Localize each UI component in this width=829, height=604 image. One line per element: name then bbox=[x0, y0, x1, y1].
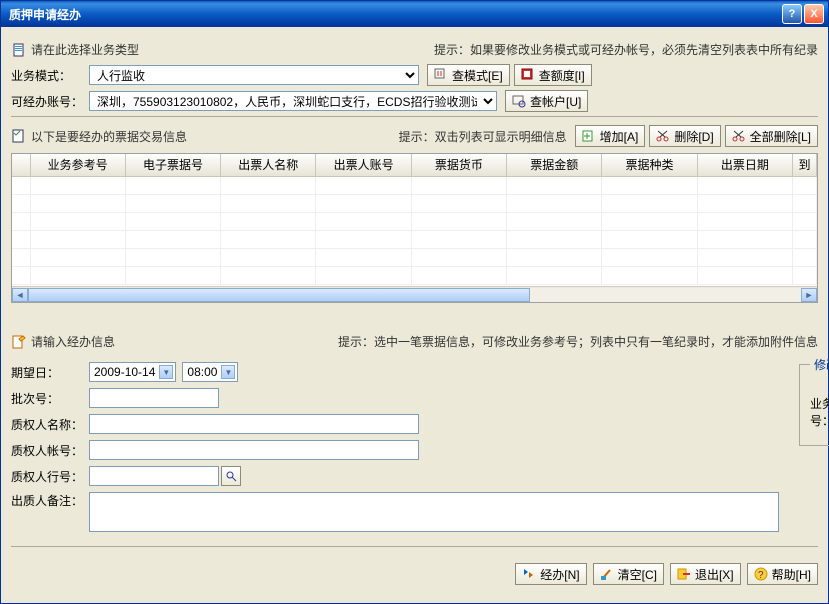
table-row[interactable] bbox=[12, 194, 817, 212]
pledgee-bank-label: 质权人行号： bbox=[11, 468, 89, 485]
section2-label: 以下是要经办的票据交易信息 bbox=[31, 128, 187, 145]
help-title-button[interactable]: ? bbox=[782, 4, 802, 24]
scissors-all-icon bbox=[732, 129, 746, 143]
modify-ref-fieldset: 修改业务参考号 业务参考号： 修改[M] bbox=[799, 356, 829, 446]
table-row[interactable] bbox=[12, 176, 817, 194]
edit-icon bbox=[11, 334, 27, 350]
scroll-left-button[interactable]: ◄ bbox=[12, 288, 28, 302]
account-select[interactable]: 深圳，755903123010802，人民币，深圳蛇口支行，ECDS招行验收测试… bbox=[89, 91, 497, 111]
scroll-track[interactable] bbox=[28, 288, 801, 302]
bottom-toolbar: 经办[N] 清空[C] 退出[X] ? 帮助[H] bbox=[11, 555, 818, 585]
window: 质押申请经办 ? X 请在此选择业务类型 提示：如果要修改业务模式或可经办帐号，… bbox=[0, 0, 829, 604]
table-header-row: 业务参考号 电子票据号 出票人名称 出票人账号 票据货币 票据金额 票据种类 出… bbox=[12, 154, 817, 176]
section2-toolbar: 增加[A] 删除[D] 全部删除[L] bbox=[575, 125, 818, 147]
ref-label: 业务参考号： bbox=[810, 395, 829, 429]
check-quota-button[interactable]: 查额度[I] bbox=[514, 64, 592, 86]
pledgee-account-label: 质权人帐号： bbox=[11, 442, 89, 459]
table-row[interactable] bbox=[12, 230, 817, 248]
clear-button[interactable]: 清空[C] bbox=[593, 563, 664, 585]
col-ref[interactable]: 业务参考号 bbox=[30, 154, 125, 176]
process-button[interactable]: 经办[N] bbox=[515, 563, 586, 585]
svg-text:?: ? bbox=[758, 570, 764, 581]
titlebar-buttons: ? X bbox=[782, 4, 824, 24]
doc-icon bbox=[11, 42, 27, 58]
delete-button[interactable]: 删除[D] bbox=[649, 125, 720, 147]
window-title: 质押申请经办 bbox=[9, 6, 782, 23]
magnifier-icon bbox=[225, 470, 237, 482]
help-button[interactable]: ? 帮助[H] bbox=[747, 563, 818, 585]
col-amount[interactable]: 票据金额 bbox=[507, 154, 602, 176]
section3-label: 请输入经办信息 bbox=[31, 333, 115, 350]
broom-icon bbox=[600, 567, 614, 581]
batch-input[interactable] bbox=[89, 388, 219, 408]
table-row[interactable] bbox=[12, 248, 817, 266]
chevron-down-icon[interactable]: ▼ bbox=[221, 365, 235, 379]
table-row[interactable] bbox=[12, 212, 817, 230]
exit-icon bbox=[677, 567, 691, 581]
col-type[interactable]: 票据种类 bbox=[602, 154, 697, 176]
section2-hint: 提示：双击列表可显示明细信息 bbox=[399, 128, 567, 145]
add-icon bbox=[582, 129, 596, 143]
check-mode-button[interactable]: 查模式[E] bbox=[427, 64, 510, 86]
data-table[interactable]: 业务参考号 电子票据号 出票人名称 出票人账号 票据货币 票据金额 票据种类 出… bbox=[11, 153, 818, 303]
scroll-right-button[interactable]: ► bbox=[801, 288, 817, 302]
mode-label: 业务模式： bbox=[11, 67, 89, 84]
content: 请在此选择业务类型 提示：如果要修改业务模式或可经办帐号，必须先清空列表表中所有… bbox=[1, 27, 828, 593]
account-icon bbox=[512, 94, 526, 108]
search-icon bbox=[434, 68, 448, 82]
chevron-down-icon[interactable]: ▼ bbox=[159, 365, 173, 379]
date-input[interactable]: 2009-10-14 ▼ bbox=[89, 362, 176, 382]
col-currency[interactable]: 票据货币 bbox=[411, 154, 506, 176]
add-button[interactable]: 增加[A] bbox=[575, 125, 646, 147]
business-mode-row: 业务模式： 人行监收 查模式[E] 查额度[I] bbox=[11, 64, 818, 86]
pledgee-bank-input[interactable] bbox=[89, 466, 219, 486]
titlebar: 质押申请经办 ? X bbox=[1, 1, 828, 27]
quota-icon bbox=[521, 68, 535, 82]
form-right: 修改业务参考号 业务参考号： 修改[M] bbox=[799, 356, 829, 538]
col-bill-no[interactable]: 电子票据号 bbox=[125, 154, 220, 176]
scissors-icon bbox=[656, 129, 670, 143]
date-label: 期望日： bbox=[11, 364, 89, 381]
col-drawer-account[interactable]: 出票人账号 bbox=[316, 154, 411, 176]
form-left: 期望日： 2009-10-14 ▼ 08:00 ▼ 批次号： bbox=[11, 356, 779, 538]
run-icon bbox=[522, 567, 536, 581]
remark-label: 出质人备注： bbox=[11, 492, 89, 509]
col-issue-date[interactable]: 出票日期 bbox=[697, 154, 792, 176]
business-mode-select[interactable]: 人行监收 bbox=[89, 65, 419, 85]
list-icon bbox=[11, 128, 27, 144]
delete-all-button[interactable]: 全部删除[L] bbox=[725, 125, 818, 147]
pledgee-account-input[interactable] bbox=[89, 440, 419, 460]
time-input[interactable]: 08:00 ▼ bbox=[182, 362, 238, 382]
col-last[interactable]: 到 bbox=[793, 154, 817, 176]
section2-header: 以下是要经办的票据交易信息 提示：双击列表可显示明细信息 增加[A] 删除[D]… bbox=[11, 125, 818, 147]
table-row[interactable] bbox=[12, 266, 817, 284]
form-grid: 期望日： 2009-10-14 ▼ 08:00 ▼ 批次号： bbox=[11, 356, 818, 538]
remark-textarea[interactable] bbox=[89, 492, 779, 532]
batch-label: 批次号： bbox=[11, 390, 89, 407]
close-title-button[interactable]: X bbox=[804, 4, 824, 24]
col-drawer-name[interactable]: 出票人名称 bbox=[221, 154, 316, 176]
help-icon: ? bbox=[754, 567, 768, 581]
pledgee-name-label: 质权人名称： bbox=[11, 416, 89, 433]
scroll-thumb[interactable] bbox=[28, 288, 530, 302]
section3-hint: 提示：选中一笔票据信息，可修改业务参考号；列表中只有一笔纪录时，才能添加附件信息 bbox=[338, 333, 818, 350]
section1-label: 请在此选择业务类型 bbox=[31, 41, 139, 58]
account-label: 可经办账号： bbox=[11, 93, 89, 110]
lookup-button[interactable] bbox=[221, 466, 241, 486]
fieldset-legend: 修改业务参考号 bbox=[810, 356, 829, 373]
exit-button[interactable]: 退出[X] bbox=[670, 563, 741, 585]
check-account-button[interactable]: 查帐户[U] bbox=[505, 90, 588, 112]
section1-hint: 提示：如果要修改业务模式或可经办帐号，必须先清空列表表中所有纪录 bbox=[434, 41, 818, 58]
horizontal-scrollbar[interactable]: ◄ ► bbox=[12, 286, 817, 302]
section3-header: 请输入经办信息 提示：选中一笔票据信息，可修改业务参考号；列表中只有一笔纪录时，… bbox=[11, 333, 818, 350]
pledgee-name-input[interactable] bbox=[89, 414, 419, 434]
section1-header: 请在此选择业务类型 提示：如果要修改业务模式或可经办帐号，必须先清空列表表中所有… bbox=[11, 41, 818, 58]
account-row: 可经办账号： 深圳，755903123010802，人民币，深圳蛇口支行，ECD… bbox=[11, 90, 818, 112]
